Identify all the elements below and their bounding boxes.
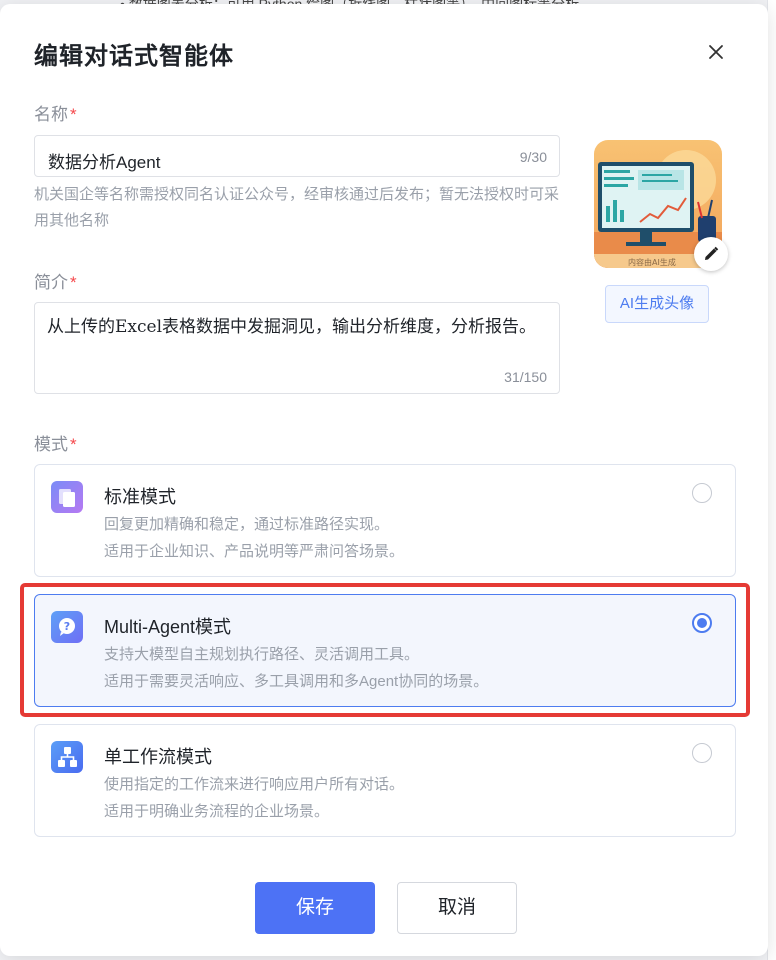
mode-option-desc: 使用指定的工作流来进行响应用户所有对话。 [104,776,405,793]
mode-option-name: 标准模式 [104,487,176,507]
intro-label: 简介 * [34,268,77,293]
selection-highlight-box [20,583,750,717]
mode-option-name: 单工作流模式 [104,747,212,767]
save-button[interactable]: 保存 [255,882,375,934]
name-input[interactable]: 数据分析Agent 9/30 [34,135,560,177]
required-mark: * [70,435,77,454]
name-input-value: 数据分析Agent [48,153,161,172]
intro-char-counter: 31/150 [504,369,547,385]
required-mark: * [70,105,77,124]
intro-textarea[interactable]: 从上传的Excel表格数据中发掘洞见，输出分析维度，分析报告。 31/150 [34,302,560,394]
dialog-title: 编辑对话式智能体 [34,43,234,70]
mode-option-single-workflow[interactable]: 单工作流模式 使用指定的工作流来进行响应用户所有对话。 适用于明确业务流程的企业… [34,724,736,837]
cancel-button[interactable]: 取消 [397,882,517,934]
mode-option-desc: 适用于企业知识、产品说明等严肃问答场景。 [104,543,405,560]
edit-agent-dialog: 编辑对话式智能体 名称 * 数据分析Agent 9/30 机关国企等名称需授权同名… [0,4,768,956]
required-mark: * [70,273,77,292]
intro-textarea-value: 从上传的Excel表格数据中发掘洞见，输出分析维度，分析报告。 [47,317,537,337]
mode-option-standard[interactable]: 标准模式 回复更加精确和稳定，通过标准路径实现。 适用于企业知识、产品说明等严肃… [34,464,736,577]
ai-generate-avatar-button[interactable]: AI生成头像 [605,285,709,323]
mode-radio-single-workflow[interactable] [692,743,712,763]
mode-label-text: 模式 [34,435,68,454]
name-hint: 机关国企等名称需授权同名认证公众号，经审核通过后发布；暂无法授权时可采用其他名称 [34,186,560,229]
document-stack-icon [51,481,83,513]
workflow-tree-icon [51,741,83,773]
mode-option-desc: 适用于明确业务流程的企业场景。 [104,803,330,820]
mode-label: 模式 * [34,430,77,455]
name-label-text: 名称 [34,105,68,124]
edit-avatar-button[interactable] [694,237,728,271]
background-right-edge [767,0,776,960]
mode-radio-standard[interactable] [692,483,712,503]
close-icon[interactable] [706,42,726,62]
pencil-icon [705,246,719,260]
intro-label-text: 简介 [34,273,68,292]
avatar-watermark: 内容由AI生成 [628,257,676,267]
mode-option-desc: 回复更加精确和稳定，通过标准路径实现。 [104,516,390,533]
name-label: 名称 * [34,100,77,125]
name-char-counter: 9/30 [519,149,547,165]
